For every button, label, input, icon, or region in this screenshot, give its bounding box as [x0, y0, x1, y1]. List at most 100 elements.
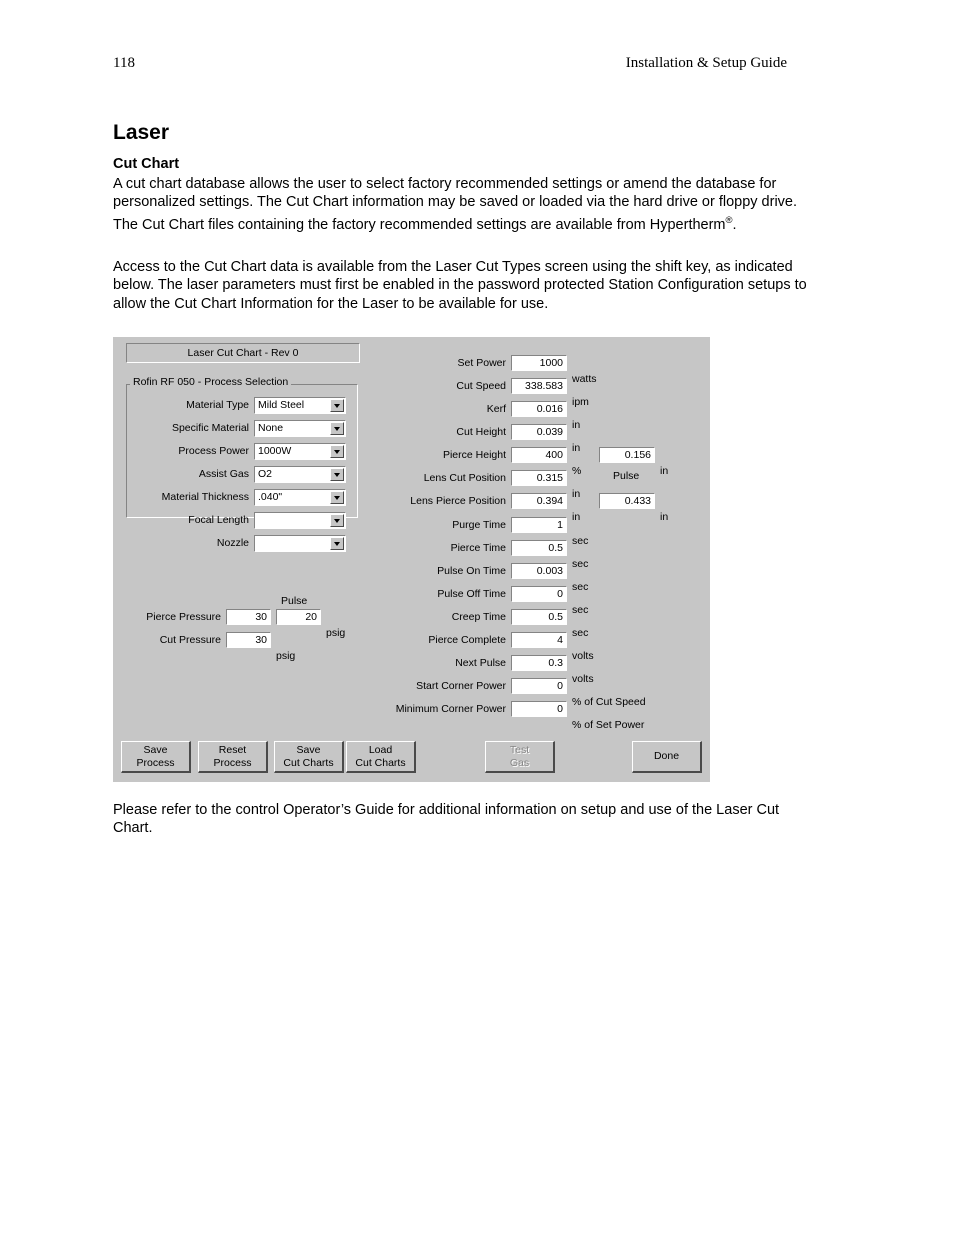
field-lens-pierce-position-pulse: 0.433 in: [599, 493, 668, 523]
field-pierce-height: Pierce Height 400 %: [443, 447, 581, 477]
dropdown-material-thickness[interactable]: .040": [254, 489, 346, 506]
unit-pierce-time: sec: [572, 558, 589, 570]
chevron-down-icon[interactable]: [330, 491, 344, 504]
label-specific-material: Specific Material: [171, 422, 249, 434]
input-lens-cut-position[interactable]: 0.315: [511, 470, 567, 486]
input-cut-height[interactable]: 0.039: [511, 424, 567, 440]
field-focal-length: Focal Length: [188, 512, 346, 529]
label-minimum-corner-power: Minimum Corner Power: [395, 703, 506, 715]
label-kerf: Kerf: [486, 403, 506, 415]
save-cut-charts-line2: Cut Charts: [283, 756, 334, 769]
field-specific-material: Specific Material None: [172, 420, 346, 437]
unit-pierce-height-inches: in: [660, 465, 669, 477]
unit-pulse-on-time: sec: [572, 581, 589, 593]
input-pierce-height[interactable]: 400: [511, 447, 567, 463]
field-kerf: Kerf 0.016 in: [487, 401, 580, 431]
chevron-down-icon[interactable]: [330, 445, 344, 458]
dropdown-assist-gas[interactable]: O2: [254, 466, 346, 483]
unit-pierce-complete: volts: [572, 650, 594, 662]
label-material-type: Material Type: [186, 399, 249, 411]
unit-pierce-height: %: [572, 465, 582, 477]
paragraph-2: Access to the Cut Chart data is availabl…: [113, 259, 807, 312]
label-pierce-complete: Pierce Complete: [428, 634, 506, 646]
page-title: Laser: [113, 121, 170, 144]
paragraph-1-terminator: .: [732, 216, 737, 233]
pressure-pulse-caption: Pulse: [281, 595, 308, 607]
field-pulse-on-time: Pulse On Time 0.003 sec: [437, 563, 588, 593]
field-pulse-off-time: Pulse Off Time 0 sec: [437, 586, 588, 616]
field-cut-speed: Cut Speed 338.583 ipm: [456, 378, 589, 408]
save-process-line1: Save: [143, 743, 168, 756]
input-next-pulse[interactable]: 0.3: [511, 655, 567, 671]
unit-lens-pierce-position: in: [572, 511, 581, 523]
done-label: Done: [653, 750, 680, 762]
dropdown-process-power[interactable]: 1000W: [254, 443, 346, 460]
input-kerf[interactable]: 0.016: [511, 401, 567, 417]
unit-next-pulse: volts: [572, 673, 594, 685]
save-cut-charts-button[interactable]: Save Cut Charts: [274, 741, 344, 773]
input-pierce-time[interactable]: 0.5: [511, 540, 567, 556]
paragraph-1: A cut chart database allows the user to …: [113, 175, 807, 234]
save-process-button[interactable]: Save Process: [121, 741, 191, 773]
unit-cut-pressure: psig: [276, 650, 296, 662]
value-assist-gas: O2: [258, 468, 273, 480]
field-material-thickness: Material Thickness .040": [162, 489, 346, 506]
dropdown-nozzle[interactable]: [254, 535, 346, 552]
input-cut-pressure[interactable]: 30: [226, 632, 271, 648]
input-purge-time[interactable]: 1: [511, 517, 567, 533]
chevron-down-icon[interactable]: [330, 468, 344, 481]
test-gas-line2: Gas: [509, 756, 530, 769]
input-pierce-pressure-pulse[interactable]: 20: [276, 609, 321, 625]
value-process-power: 1000W: [258, 445, 292, 457]
reset-process-button[interactable]: Reset Process: [198, 741, 268, 773]
input-lens-pierce-position[interactable]: 0.394: [511, 493, 567, 509]
input-start-corner-power[interactable]: 0: [511, 678, 567, 694]
unit-cut-height: in: [572, 442, 581, 454]
process-selection-legend: Rofin RF 050 - Process Selection: [130, 376, 292, 388]
field-purge-time: Purge Time 1 sec: [452, 517, 588, 547]
chevron-down-icon[interactable]: [330, 537, 344, 550]
input-pierce-height-inches[interactable]: 0.156: [599, 447, 655, 463]
field-pierce-time: Pierce Time 0.5 sec: [451, 540, 588, 570]
laser-cut-chart-window: Laser Cut Chart - Rev 0 Rofin RF 050 - P…: [113, 337, 710, 782]
reset-process-line2: Process: [213, 756, 252, 769]
input-cut-speed[interactable]: 338.583: [511, 378, 567, 394]
unit-pulse-off-time: sec: [572, 604, 589, 616]
input-pulse-on-time[interactable]: 0.003: [511, 563, 567, 579]
input-pierce-complete[interactable]: 4: [511, 632, 567, 648]
dropdown-specific-material[interactable]: None: [254, 420, 346, 437]
label-assist-gas: Assist Gas: [198, 468, 249, 480]
label-start-corner-power: Start Corner Power: [416, 680, 506, 692]
field-lens-cut-position: Lens Cut Position 0.315 in: [424, 470, 580, 500]
window-title: Laser Cut Chart - Rev 0: [187, 347, 299, 359]
input-minimum-corner-power[interactable]: 0: [511, 701, 567, 717]
dropdown-material-type[interactable]: Mild Steel: [254, 397, 346, 414]
chevron-down-icon[interactable]: [330, 422, 344, 435]
chevron-down-icon[interactable]: [330, 514, 344, 527]
field-pierce-complete: Pierce Complete 4 volts: [428, 632, 594, 662]
label-purge-time: Purge Time: [452, 519, 506, 531]
input-set-power[interactable]: 1000: [511, 355, 567, 371]
subsection-title: Cut Chart: [113, 156, 180, 172]
input-pulse-off-time[interactable]: 0: [511, 586, 567, 602]
test-gas-button[interactable]: Test Gas: [485, 741, 555, 773]
field-minimum-corner-power: Minimum Corner Power 0 % of Set Power: [396, 701, 644, 731]
input-pierce-pressure[interactable]: 30: [226, 609, 271, 625]
done-button[interactable]: Done: [632, 741, 702, 773]
input-creep-time[interactable]: 0.5: [511, 609, 567, 625]
page-number: 118: [113, 55, 135, 71]
chevron-down-icon[interactable]: [330, 399, 344, 412]
unit-kerf: in: [572, 419, 581, 431]
label-cut-height: Cut Height: [456, 426, 506, 438]
input-lens-pierce-position-pulse[interactable]: 0.433: [599, 493, 655, 509]
label-pulse-on-time: Pulse On Time: [437, 565, 506, 577]
load-cut-charts-button[interactable]: Load Cut Charts: [346, 741, 416, 773]
field-cut-pressure: Cut Pressure 30 psig: [160, 632, 295, 662]
unit-pierce-pressure: psig: [326, 627, 346, 639]
field-nozzle: Nozzle: [217, 535, 346, 552]
test-gas-line1: Test: [509, 743, 530, 756]
label-lens-cut-position: Lens Cut Position: [423, 472, 506, 484]
label-creep-time: Creep Time: [451, 611, 506, 623]
dropdown-focal-length[interactable]: [254, 512, 346, 529]
save-process-line2: Process: [136, 756, 175, 769]
